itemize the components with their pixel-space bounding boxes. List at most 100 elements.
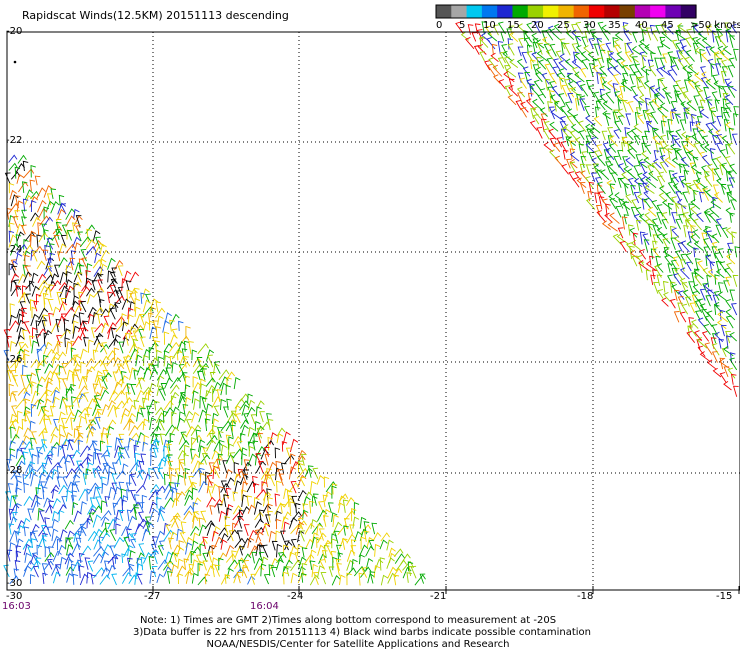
wind-barb <box>544 78 551 91</box>
wind-barb <box>276 480 282 493</box>
wind-barb <box>701 37 713 49</box>
legend-label: 0 <box>436 20 443 31</box>
wind-barb <box>233 461 240 474</box>
wind-barb <box>536 50 548 62</box>
wind-barb <box>733 48 739 61</box>
wind-barb <box>39 510 45 523</box>
wind-barb <box>670 237 677 250</box>
lon-label: -18 <box>577 591 594 602</box>
wind-barb <box>671 212 677 224</box>
wind-barb <box>163 355 171 367</box>
wind-barb <box>44 552 55 562</box>
wind-barb <box>220 480 227 494</box>
wind-barb <box>23 526 30 537</box>
wind-barb <box>674 137 681 148</box>
wind-barb <box>261 544 269 558</box>
wind-barb <box>328 566 335 577</box>
wind-barb <box>696 212 704 223</box>
wind-barb <box>30 494 40 508</box>
wind-barb <box>225 384 232 395</box>
lon-label: -27 <box>144 591 161 602</box>
wind-barb <box>710 120 720 133</box>
wind-barb <box>324 491 332 502</box>
wind-barb <box>85 245 97 256</box>
wind-barb <box>601 80 611 91</box>
wind-barb <box>612 65 622 75</box>
wind-barb <box>579 95 587 106</box>
wind-barb <box>171 361 178 374</box>
wind-barb <box>85 358 95 367</box>
wind-barb <box>5 491 11 502</box>
wind-barb <box>86 462 94 474</box>
wind-barb <box>547 101 553 112</box>
wind-barb <box>679 87 687 99</box>
wind-barb <box>141 494 148 509</box>
wind-barb <box>218 552 227 562</box>
wind-barb <box>549 149 559 161</box>
lat-label: -20 <box>6 26 23 37</box>
wind-barb <box>561 84 568 97</box>
wind-barb <box>601 130 608 141</box>
wind-barb <box>657 289 664 299</box>
wind-barb <box>106 419 117 431</box>
wind-barb <box>517 72 524 83</box>
wind-barb <box>522 66 531 77</box>
wind-barb <box>128 326 137 339</box>
wind-barb <box>241 481 249 495</box>
wind-barb <box>330 550 337 563</box>
wind-barb <box>114 407 120 418</box>
wind-barb <box>653 281 659 294</box>
wind-barb <box>310 536 319 549</box>
wind-barb <box>699 191 705 203</box>
wind-barb <box>675 250 682 260</box>
wind-barb <box>143 473 152 486</box>
legend-swatch <box>558 5 575 18</box>
wind-barb <box>97 313 103 324</box>
wind-barb <box>47 298 54 311</box>
legend-label: 10 <box>483 20 496 31</box>
wind-barb <box>108 337 119 348</box>
wind-barb <box>730 303 738 316</box>
wind-barb <box>692 218 702 231</box>
wind-barb <box>713 290 720 301</box>
wind-barb <box>723 381 732 391</box>
wind-barb <box>682 212 690 224</box>
wind-barb <box>517 46 524 57</box>
wind-barb <box>693 142 701 154</box>
wind-barb <box>15 487 22 500</box>
wind-barb <box>688 281 694 294</box>
wind-barb <box>346 533 356 544</box>
wind-barb <box>645 144 652 155</box>
wind-barb <box>617 227 624 239</box>
wind-barb <box>498 79 506 90</box>
wind-barb <box>331 575 341 586</box>
wind-barb <box>629 74 635 85</box>
wind-barb <box>29 372 37 383</box>
wind-barb <box>266 413 272 423</box>
wind-barb <box>637 193 646 203</box>
wind-barb <box>290 572 298 584</box>
wind-barb <box>621 100 628 113</box>
wind-barb <box>15 502 22 516</box>
wind-barb <box>536 56 542 69</box>
wind-barb <box>685 37 692 48</box>
wind-barb <box>16 538 24 549</box>
wind-barb <box>278 473 285 486</box>
wind-barb <box>105 432 112 445</box>
wind-barb <box>701 154 711 167</box>
wind-barb <box>719 261 727 273</box>
wind-barb <box>83 336 89 347</box>
lat-label: -30 <box>6 578 23 589</box>
wind-barb <box>101 427 109 439</box>
wind-barb <box>219 398 227 411</box>
footnote-line-2: 3)Data buffer is 22 hrs from 20151113 4)… <box>133 627 591 638</box>
wind-barb <box>593 115 603 127</box>
wind-barb <box>79 348 88 360</box>
wind-barb <box>721 162 730 176</box>
wind-barb <box>725 299 732 309</box>
wind-barb <box>658 171 666 183</box>
wind-barb <box>531 32 540 43</box>
wind-barb <box>15 252 23 264</box>
wind-barb <box>57 251 63 262</box>
wind-barb <box>667 118 673 132</box>
